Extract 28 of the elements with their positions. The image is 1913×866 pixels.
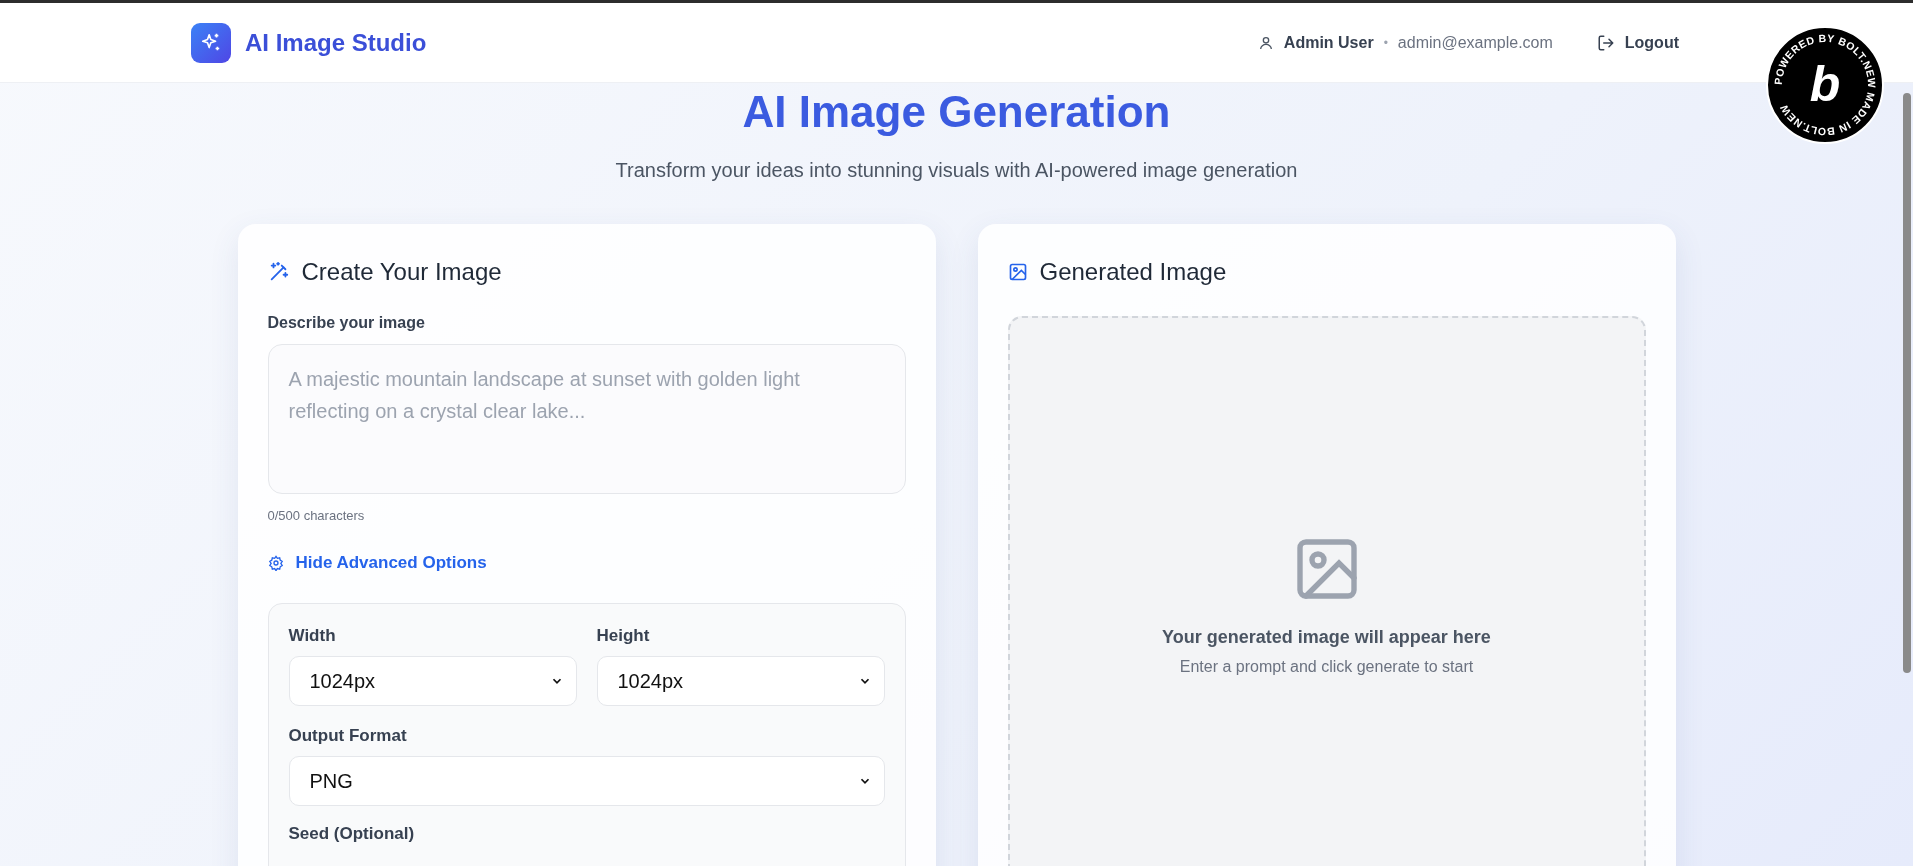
- scrollbar-thumb[interactable]: [1903, 93, 1911, 673]
- character-count: 0/500 characters: [267, 508, 366, 523]
- user-name: Admin User: [1283, 33, 1374, 52]
- empty-state-title: Your generated image will appear here: [1162, 627, 1491, 648]
- field-label: Describe your image: [267, 314, 426, 332]
- separator-dot: •: [1383, 35, 1388, 50]
- advanced-options-toggle[interactable]: Hide Advanced Options: [267, 553, 487, 573]
- card-title: Generated Image: [1039, 258, 1227, 286]
- field-label: Output Format: [288, 726, 408, 746]
- page-title: AI Image Generation: [742, 87, 1171, 137]
- field-label: Width: [288, 626, 337, 646]
- settings-icon: [267, 555, 284, 571]
- page-subtitle: Transform your ideas into stunning visuals with AI-powered image generation: [615, 159, 1298, 182]
- user-icon: [1257, 34, 1274, 51]
- field-label: Height: [596, 626, 651, 646]
- prompt-field[interactable]: A majestic mountain landscape at sunset with golden light reflecting on a crystal clear lake...: [267, 344, 906, 494]
- logout-icon: [1596, 33, 1615, 52]
- card-title: Create Your Image: [301, 258, 502, 286]
- field-label: Seed (Optional): [288, 824, 416, 844]
- logout-button[interactable]: Logout: [1592, 29, 1683, 56]
- image-icon: [1007, 262, 1028, 282]
- width-select[interactable]: 1024px: [288, 656, 577, 706]
- app-name: AI Image Studio: [245, 28, 427, 57]
- height-select[interactable]: 1024px: [596, 656, 885, 706]
- user-email: admin@example.com: [1397, 33, 1553, 52]
- sparkles-logo-icon: [191, 22, 231, 63]
- format-select[interactable]: PNG: [288, 756, 885, 806]
- empty-state-hint: Enter a prompt and click generate to start: [1179, 658, 1474, 676]
